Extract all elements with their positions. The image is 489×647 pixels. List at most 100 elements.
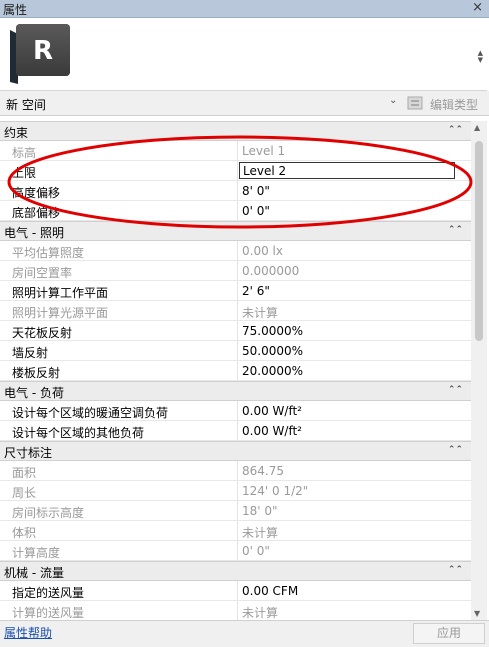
type-selector[interactable]: 新 空间 ⌄ 编辑类型 xyxy=(0,91,489,116)
group-title: 电气 - 照明 xyxy=(4,226,64,240)
group-title: 电气 - 负荷 xyxy=(4,386,64,400)
property-name: 墙反射 xyxy=(12,346,49,360)
property-name: 计算高度 xyxy=(12,546,61,560)
column-divider xyxy=(237,161,238,181)
column-divider xyxy=(237,601,238,621)
group-header[interactable]: 约束 ⌃⌃ xyxy=(0,121,471,141)
property-name: 指定的送风量 xyxy=(12,586,85,600)
property-row[interactable]: 指定的送风量 0.00 CFM xyxy=(0,581,471,601)
property-value: 0.00 lx xyxy=(242,244,283,258)
property-value[interactable]: 0' 0" xyxy=(242,204,270,218)
property-row[interactable]: 墙反射 50.0000% xyxy=(0,341,471,361)
column-divider xyxy=(237,261,238,281)
group-header[interactable]: 尺寸标注 ⌃⌃ xyxy=(0,441,471,461)
property-row: 房间标示高度 18' 0" xyxy=(0,501,471,521)
column-divider xyxy=(237,541,238,561)
property-row[interactable]: 设计每个区域的暖通空调负荷 0.00 W/ft² xyxy=(0,401,471,421)
property-row: 标高 Level 1 xyxy=(0,141,471,161)
property-value: 未计算 xyxy=(242,306,279,320)
property-name: 高度偏移 xyxy=(12,186,61,200)
close-icon[interactable]: × xyxy=(472,0,483,15)
property-value: 0.000000 xyxy=(242,264,300,278)
revit-r-icon: R xyxy=(10,24,70,84)
edit-type-button[interactable]: 编辑类型 xyxy=(407,94,487,112)
property-name: 底部偏移 xyxy=(12,206,61,220)
property-value: 0' 0" xyxy=(242,544,270,558)
property-row[interactable]: 设计每个区域的其他负荷 0.00 W/ft² xyxy=(0,421,471,441)
property-name: 房间空置率 xyxy=(12,266,73,280)
property-name: 楼板反射 xyxy=(12,366,61,380)
property-value[interactable]: 0.00 CFM xyxy=(242,584,298,598)
property-value: 未计算 xyxy=(242,526,279,540)
property-value[interactable]: 2' 6" xyxy=(242,284,270,298)
property-row[interactable]: 楼板反射 20.0000% xyxy=(0,361,471,381)
property-value: 18' 0" xyxy=(242,504,278,518)
type-selector-value: 新 空间 xyxy=(6,98,46,112)
property-value[interactable]: 8' 0" xyxy=(242,184,270,198)
group-title: 机械 - 流量 xyxy=(4,566,64,580)
property-value[interactable]: 20.0000% xyxy=(242,364,303,378)
property-value-field[interactable]: Level 2 xyxy=(239,162,455,179)
properties-help-link[interactable]: 属性帮助 xyxy=(4,624,52,641)
collapse-icon[interactable]: ⌃⌃ xyxy=(448,565,463,575)
property-value: 未计算 xyxy=(242,606,279,620)
column-divider xyxy=(237,461,238,481)
panel-footer: 属性帮助 应用 xyxy=(0,620,489,647)
property-row: 周长 124' 0 1/2" xyxy=(0,481,471,501)
scroll-down-icon[interactable]: ▼ xyxy=(474,609,480,618)
column-divider xyxy=(237,181,238,201)
property-name: 照明计算工作平面 xyxy=(12,286,109,300)
preview-scroll-arrows[interactable]: ▲ ▼ xyxy=(478,50,483,64)
property-value[interactable]: 50.0000% xyxy=(242,344,303,358)
property-name: 标高 xyxy=(12,146,37,160)
column-divider xyxy=(237,481,238,501)
group-header[interactable]: 电气 - 负荷 ⌃⌃ xyxy=(0,381,471,401)
group-header[interactable]: 电气 - 照明 ⌃⌃ xyxy=(0,221,471,241)
column-divider xyxy=(237,361,238,381)
properties-scrollbar[interactable]: ▲ ▼ xyxy=(471,121,487,620)
property-row[interactable]: 高度偏移 8' 0" xyxy=(0,181,471,201)
scroll-thumb[interactable] xyxy=(475,141,483,341)
property-row[interactable]: 上限 Level 2 xyxy=(0,161,471,181)
column-divider xyxy=(237,501,238,521)
property-row[interactable]: 照明计算工作平面 2' 6" xyxy=(0,281,471,301)
property-value: Level 2 xyxy=(243,164,287,178)
property-name: 设计每个区域的其他负荷 xyxy=(12,426,145,440)
property-value[interactable]: 0.00 W/ft² xyxy=(242,424,302,438)
property-value[interactable]: 75.0000% xyxy=(242,324,303,338)
collapse-icon[interactable]: ⌃⌃ xyxy=(448,445,463,455)
column-divider xyxy=(237,521,238,541)
collapse-icon[interactable]: ⌃⌃ xyxy=(448,125,463,135)
group-header[interactable]: 机械 - 流量 ⌃⌃ xyxy=(0,561,471,581)
edit-type-label: 编辑类型 xyxy=(430,98,479,112)
scroll-up-icon[interactable]: ▲ xyxy=(474,123,480,132)
type-image-area: R ▲ ▼ xyxy=(0,18,487,91)
collapse-icon[interactable]: ⌃⌃ xyxy=(448,385,463,395)
apply-button[interactable]: 应用 xyxy=(413,623,485,644)
property-name: 平均估算照度 xyxy=(12,246,85,260)
property-row: 计算的送风量 未计算 xyxy=(0,601,471,621)
property-value: 124' 0 1/2" xyxy=(242,484,309,498)
property-row: 平均估算照度 0.00 lx xyxy=(0,241,471,261)
property-row: 面积 864.75 xyxy=(0,461,471,481)
column-divider xyxy=(237,301,238,321)
chevron-down-icon[interactable]: ⌄ xyxy=(389,95,397,106)
column-divider xyxy=(237,241,238,261)
collapse-icon[interactable]: ⌃⌃ xyxy=(448,225,463,235)
property-row[interactable]: 天花板反射 75.0000% xyxy=(0,321,471,341)
column-divider xyxy=(237,321,238,341)
property-value[interactable]: 0.00 W/ft² xyxy=(242,404,302,418)
edit-type-icon xyxy=(407,96,423,110)
property-name: 周长 xyxy=(12,486,37,500)
property-row: 照明计算光源平面 未计算 xyxy=(0,301,471,321)
property-value: Level 1 xyxy=(242,144,286,158)
properties-grid: 约束 ⌃⌃ 标高 Level 1 上限 Level 2 高度偏移 8' 0" 底部偏移 0' 0"… xyxy=(0,121,471,621)
column-divider xyxy=(237,281,238,301)
column-divider xyxy=(237,421,238,441)
panel-title: 属性 xyxy=(3,3,28,17)
property-name: 设计每个区域的暖通空调负荷 xyxy=(12,406,169,420)
property-row: 房间空置率 0.000000 xyxy=(0,261,471,281)
property-row: 体积 未计算 xyxy=(0,521,471,541)
property-row[interactable]: 底部偏移 0' 0" xyxy=(0,201,471,221)
group-title: 尺寸标注 xyxy=(4,446,53,460)
